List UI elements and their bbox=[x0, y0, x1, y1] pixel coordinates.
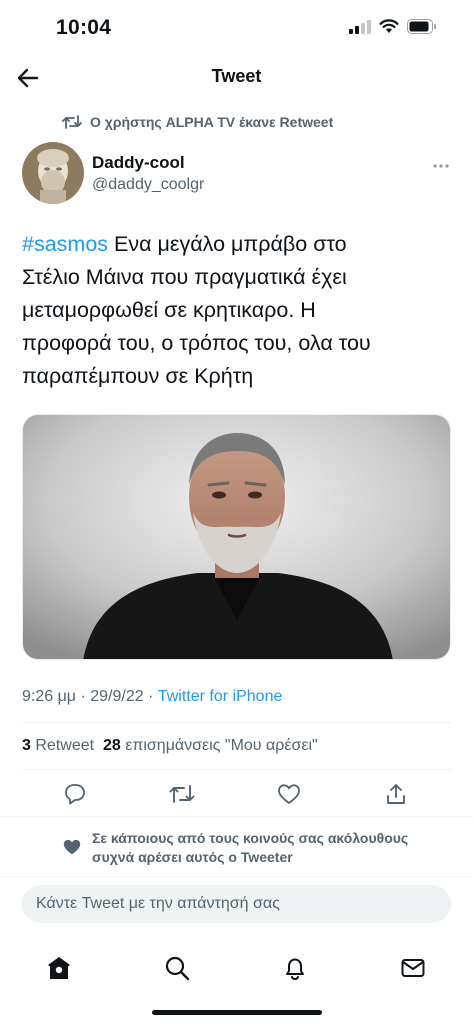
retweet-icon bbox=[62, 115, 82, 129]
retweet-context-label: Ο χρήστης ALPHA TV έκανε Retweet bbox=[90, 114, 334, 130]
page-title: Tweet bbox=[211, 66, 262, 86]
like-button[interactable] bbox=[275, 780, 303, 808]
nav-header: Tweet bbox=[0, 56, 473, 100]
tab-search[interactable] bbox=[155, 946, 199, 990]
home-indicator bbox=[152, 1010, 322, 1015]
divider bbox=[22, 722, 451, 723]
engagement-counts: 3 Retweet 28 επισημάνσεις "Μου αρέσει" bbox=[22, 737, 318, 755]
tab-messages[interactable] bbox=[391, 946, 435, 990]
portrait-photo bbox=[23, 415, 450, 659]
retweet-icon bbox=[169, 785, 195, 803]
status-time: 10:04 bbox=[56, 16, 112, 39]
reply-bar: Κάντε Tweet με την απάντησή σας bbox=[0, 876, 473, 937]
social-context-text: Σε κάποιους από τους κοινούς σας ακόλουθ… bbox=[92, 830, 409, 865]
heart-icon bbox=[278, 784, 300, 804]
status-icons bbox=[349, 19, 437, 34]
divider bbox=[0, 816, 473, 817]
tweet-author: Daddy-cool @daddy_coolgr bbox=[22, 142, 452, 206]
search-icon bbox=[165, 956, 190, 981]
divider bbox=[22, 769, 451, 770]
tweet-meta: 9:26 μμ · 29/9/22 · Twitter for iPhone bbox=[22, 688, 282, 706]
retweets-count-link[interactable]: 3 Retweet bbox=[22, 737, 94, 754]
reply-input[interactable]: Κάντε Tweet με την απάντησή σας bbox=[22, 885, 451, 923]
status-bar: 10:04 bbox=[0, 0, 473, 56]
tweet-photo[interactable] bbox=[22, 414, 451, 660]
author-name[interactable]: Daddy-cool bbox=[92, 153, 185, 173]
meta-separator: · bbox=[143, 688, 158, 705]
retweet-button[interactable] bbox=[168, 780, 196, 808]
retweet-context[interactable]: Ο χρήστης ALPHA TV έκανε Retweet bbox=[62, 114, 333, 130]
signal-icon bbox=[349, 19, 371, 34]
mail-icon bbox=[401, 959, 425, 977]
tweet-actions bbox=[22, 778, 451, 810]
heart-filled-icon bbox=[63, 839, 81, 855]
tweet-time: 9:26 μμ bbox=[22, 688, 77, 705]
more-dots-icon bbox=[433, 164, 449, 168]
meta-separator: · bbox=[76, 688, 91, 705]
tab-notifications[interactable] bbox=[273, 946, 317, 990]
share-icon bbox=[387, 784, 405, 804]
more-options-button[interactable] bbox=[432, 156, 450, 172]
social-context[interactable]: Σε κάποιους από τους κοινούς σας ακόλουθ… bbox=[0, 818, 473, 878]
likes-count-link[interactable]: 28 επισημάνσεις "Μου αρέσει" bbox=[103, 737, 318, 754]
tweet-text: #sasmos Ενα μεγάλο μπράβο στο Στέλιο Μάι… bbox=[22, 228, 452, 393]
tweet-date: 29/9/22 bbox=[90, 688, 144, 705]
retweets-count: 3 bbox=[22, 737, 31, 754]
home-icon bbox=[48, 957, 70, 979]
avatar-bust-image bbox=[22, 142, 84, 204]
avatar[interactable] bbox=[22, 142, 84, 204]
author-handle[interactable]: @daddy_coolgr bbox=[92, 176, 204, 194]
tweet-source-link[interactable]: Twitter for iPhone bbox=[158, 688, 283, 705]
battery-icon bbox=[407, 19, 436, 34]
likes-label: επισημάνσεις "Μου αρέσει" bbox=[125, 737, 318, 754]
hashtag-link[interactable]: #sasmos bbox=[22, 232, 108, 256]
reply-button[interactable] bbox=[61, 780, 89, 808]
tab-home[interactable] bbox=[37, 946, 81, 990]
share-button[interactable] bbox=[382, 780, 410, 808]
likes-count: 28 bbox=[102, 737, 121, 754]
tab-bar bbox=[0, 936, 473, 1024]
bell-icon bbox=[286, 958, 304, 981]
reply-icon bbox=[65, 784, 85, 805]
wifi-icon bbox=[379, 19, 399, 33]
retweets-label: Retweet bbox=[35, 737, 95, 754]
